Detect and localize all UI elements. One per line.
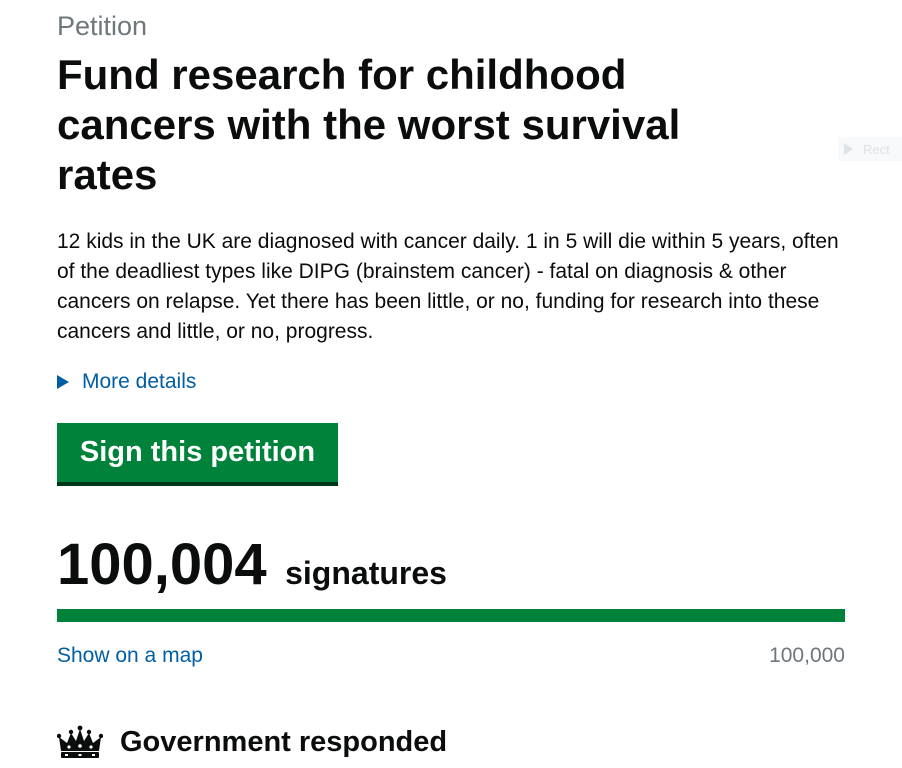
more-details-label: More details: [82, 370, 197, 393]
signature-count: 100,004 signatures: [57, 530, 447, 600]
play-icon: [844, 143, 853, 155]
petition-summary: 12 kids in the UK are diagnosed with can…: [57, 230, 839, 343]
show-on-map-link[interactable]: Show on a map: [57, 642, 203, 670]
signature-threshold: 100,000: [769, 644, 845, 667]
signature-progress-bar: [57, 609, 845, 622]
crown-icon: [57, 725, 103, 758]
triangle-right-icon: [57, 375, 69, 389]
petition-title: Fund research for childhood cancers with…: [57, 51, 681, 198]
sign-petition-button[interactable]: Sign this petition: [57, 423, 338, 482]
government-responded-label: Government responded: [120, 725, 448, 758]
signature-count-number: 100,004: [57, 532, 267, 597]
signature-progress-fill: [57, 609, 845, 622]
side-video-widget[interactable]: Rect: [838, 137, 902, 161]
government-response-heading: Government responded: [57, 722, 447, 762]
more-details-toggle[interactable]: More details: [57, 367, 196, 397]
signature-count-label: signatures: [285, 555, 447, 591]
side-widget-label: Rect: [863, 141, 890, 157]
petition-kicker: Petition: [57, 11, 148, 41]
